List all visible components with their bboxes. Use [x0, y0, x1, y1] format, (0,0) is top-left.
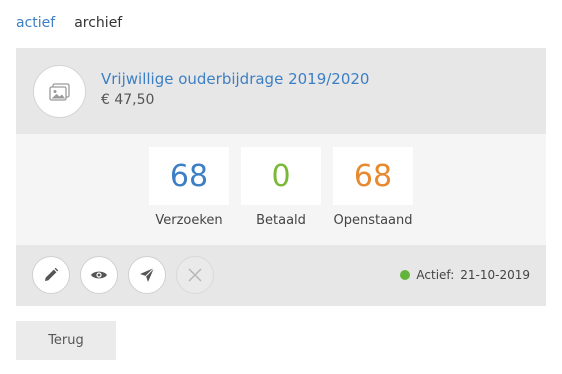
send-button[interactable]	[128, 256, 166, 294]
contribution-card: Vrijwillige ouderbijdrage 2019/2020 € 47…	[16, 48, 546, 306]
tab-archief[interactable]: archief	[74, 15, 122, 31]
eye-icon	[91, 271, 107, 279]
card-footer: Actief: 21-10-2019	[16, 245, 546, 306]
stat-paid: 0 Betaald	[241, 147, 321, 228]
back-button[interactable]: Terug	[16, 321, 116, 360]
view-button[interactable]	[80, 256, 118, 294]
stat-outstanding: 68 Openstaand	[333, 147, 413, 228]
stat-paid-value: 0	[241, 147, 321, 205]
stat-outstanding-label: Openstaand	[333, 213, 413, 228]
stats-panel: 68 Verzoeken 0 Betaald 68 Openstaand	[16, 134, 546, 245]
send-icon	[140, 267, 155, 282]
close-icon	[188, 268, 202, 282]
stat-outstanding-value: 68	[333, 147, 413, 205]
item-price: € 47,50	[101, 92, 155, 108]
status-dot	[400, 270, 411, 280]
pencil-icon	[45, 267, 59, 281]
delete-button[interactable]	[176, 256, 214, 294]
status-indicator: Actief: 21-10-2019	[400, 268, 530, 282]
card-header: Vrijwillige ouderbijdrage 2019/2020 € 47…	[16, 48, 546, 134]
image-placeholder-icon	[33, 65, 86, 118]
tabs: actief archief	[16, 15, 122, 31]
item-title[interactable]: Vrijwillige ouderbijdrage 2019/2020	[101, 70, 369, 88]
stat-requests: 68 Verzoeken	[149, 147, 229, 228]
edit-button[interactable]	[32, 256, 70, 294]
tab-actief[interactable]: actief	[16, 15, 55, 31]
stat-requests-value: 68	[149, 147, 229, 205]
status-label: Actief:	[416, 268, 455, 282]
status-date: 21-10-2019	[460, 268, 530, 282]
